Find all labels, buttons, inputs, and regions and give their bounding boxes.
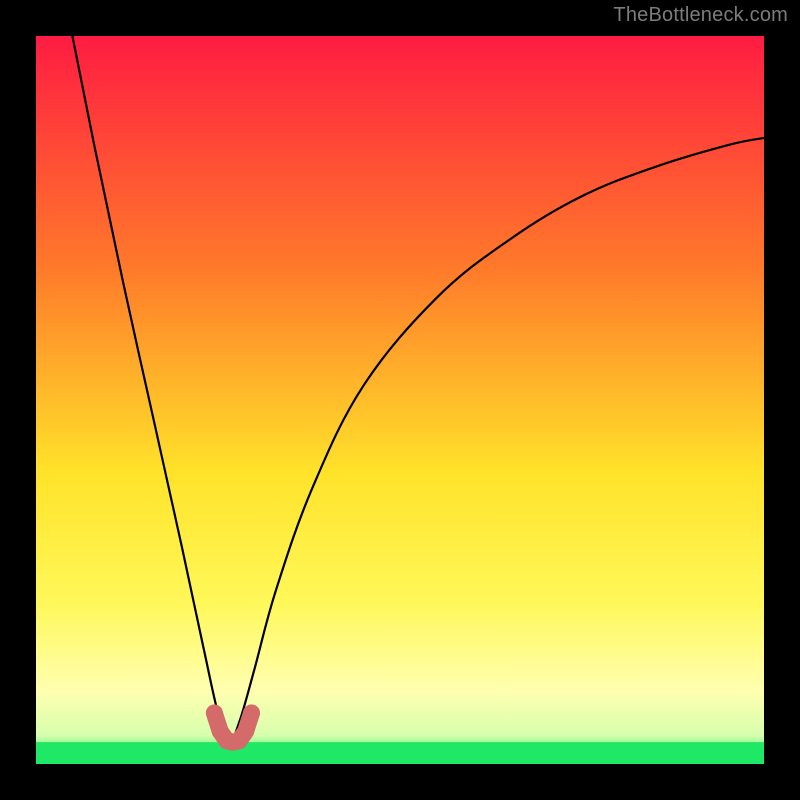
marker-dot <box>206 705 223 722</box>
plot-svg <box>36 36 764 764</box>
gradient-background <box>36 36 764 764</box>
plot-area <box>36 36 764 764</box>
marker-dot <box>237 723 254 740</box>
attribution-text: TheBottleneck.com <box>613 4 788 27</box>
green-band <box>36 742 764 764</box>
chart-frame: TheBottleneck.com <box>0 0 800 800</box>
marker-dot <box>243 705 260 722</box>
